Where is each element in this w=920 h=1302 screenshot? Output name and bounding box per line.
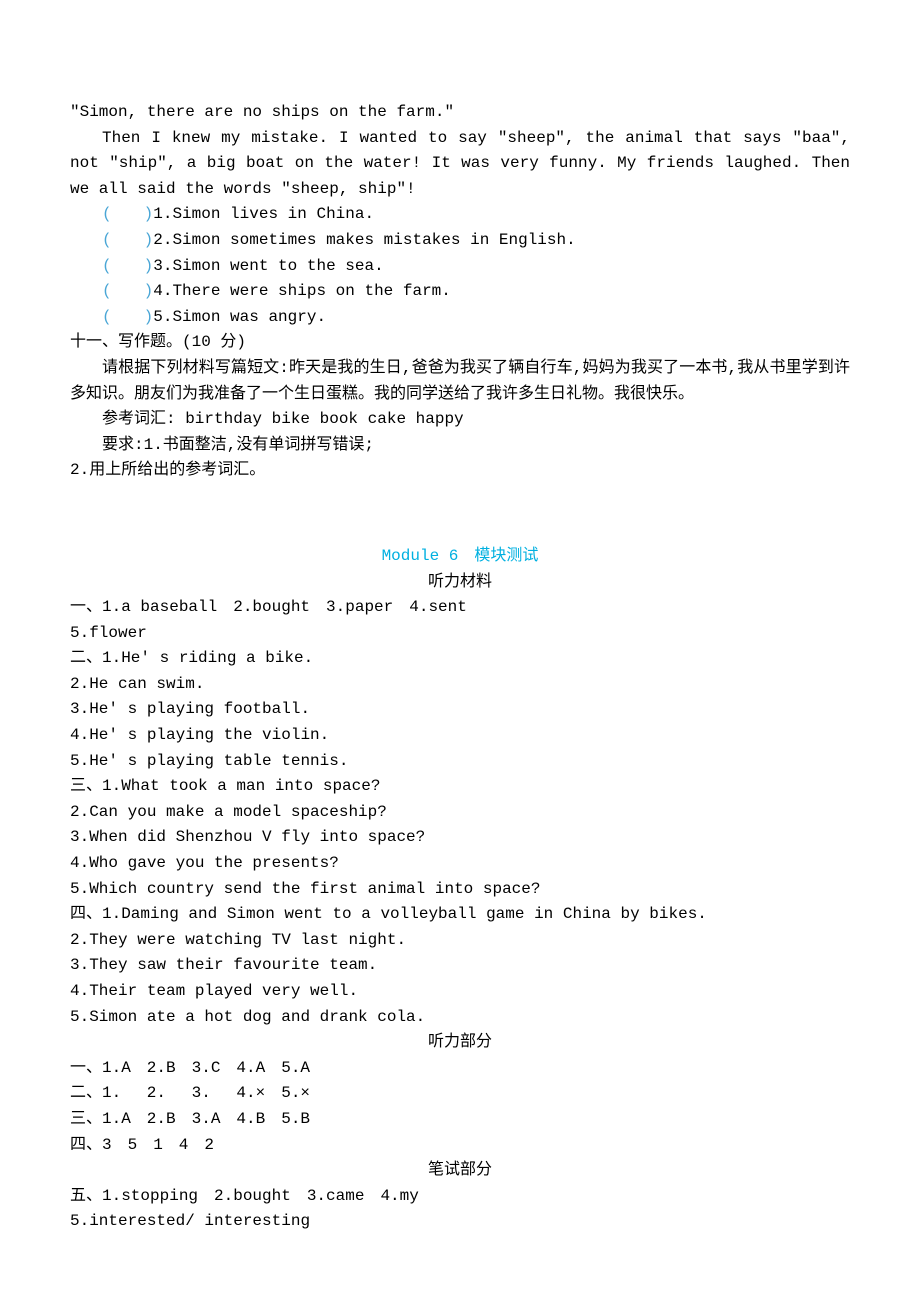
ans-s1-l13: 2.They were watching TV last night. bbox=[70, 928, 850, 954]
ans-s1-l10: 4.Who gave you the presents? bbox=[70, 851, 850, 877]
paren-close-icon: ) bbox=[144, 282, 154, 300]
answer-title: Module 6 模块测试 bbox=[70, 544, 850, 570]
tf-q1: ( )1.Simon lives in China. bbox=[70, 202, 850, 228]
paren-close-icon: ) bbox=[144, 231, 154, 249]
paren-open-icon: ( bbox=[102, 257, 112, 275]
paren-open-icon: ( bbox=[102, 231, 112, 249]
tf-q3-text: 3.Simon went to the sea. bbox=[153, 257, 383, 275]
written-answer-block: 五、1.stopping 2.bought 3.came 4.my 5.inte… bbox=[70, 1184, 850, 1235]
writing-prompt: 请根据下列材料写篇短文:昨天是我的生日,爸爸为我买了辆自行车,妈妈为我买了一本书… bbox=[70, 356, 850, 407]
passage-line-2: Then I knew my mistake. I wanted to say … bbox=[70, 126, 850, 203]
paren-open-icon: ( bbox=[102, 308, 112, 326]
ans-s2-l0: 一、1.A 2.B 3.C 4.A 5.A bbox=[70, 1056, 850, 1082]
ans-s1-l15: 4.Their team played very well. bbox=[70, 979, 850, 1005]
page: "Simon, there are no ships on the farm."… bbox=[0, 0, 920, 1295]
ans-s3-l1: 5.interested/ interesting bbox=[70, 1209, 850, 1235]
ans-s1-l5: 4.He' s playing the violin. bbox=[70, 723, 850, 749]
req-line-2: 2.用上所给出的参考词汇。 bbox=[70, 458, 850, 484]
tf-q1-text: 1.Simon lives in China. bbox=[153, 205, 374, 223]
tf-q3: ( )3.Simon went to the sea. bbox=[70, 254, 850, 280]
tf-q2-text: 2.Simon sometimes makes mistakes in Engl… bbox=[153, 231, 575, 249]
ans-s1-l8: 2.Can you make a model spaceship? bbox=[70, 800, 850, 826]
ans-s1-l11: 5.Which country send the first animal in… bbox=[70, 877, 850, 903]
ans-s2-l1: 二、1. 2. 3. 4.× 5.× bbox=[70, 1081, 850, 1107]
ans-s1-l2: 二、1.He' s riding a bike. bbox=[70, 646, 850, 672]
answer-sub2: 听力部分 bbox=[70, 1030, 850, 1056]
ans-s3-l0: 五、1.stopping 2.bought 3.came 4.my bbox=[70, 1184, 850, 1210]
ans-s1-l14: 3.They saw their favourite team. bbox=[70, 953, 850, 979]
ans-s1-l1: 5.flower bbox=[70, 621, 850, 647]
paren-open-icon: ( bbox=[102, 282, 112, 300]
ans-s1-l9: 3.When did Shenzhou V fly into space? bbox=[70, 825, 850, 851]
paren-close-icon: ) bbox=[144, 257, 154, 275]
paren-open-icon: ( bbox=[102, 205, 112, 223]
tf-q5: ( )5.Simon was angry. bbox=[70, 305, 850, 331]
ans-s1-l16: 5.Simon ate a hot dog and drank cola. bbox=[70, 1005, 850, 1031]
listening-answer-block: 一、1.A 2.B 3.C 4.A 5.A 二、1. 2. 3. 4.× 5.×… bbox=[70, 1056, 850, 1158]
tf-q4: ( )4.There were ships on the farm. bbox=[70, 279, 850, 305]
true-false-block: ( )1.Simon lives in China. ( )2.Simon so… bbox=[70, 202, 850, 330]
ans-s1-l6: 5.He' s playing table tennis. bbox=[70, 749, 850, 775]
ans-s2-l3: 四、3 5 1 4 2 bbox=[70, 1133, 850, 1159]
tf-q5-text: 5.Simon was angry. bbox=[153, 308, 326, 326]
req-line-1: 要求:1.书面整洁,没有单词拼写错误; bbox=[70, 433, 850, 459]
answer-sub3: 笔试部分 bbox=[70, 1158, 850, 1184]
vocab-line: 参考词汇: birthday bike book cake happy bbox=[70, 407, 850, 433]
ans-s1-l12: 四、1.Daming and Simon went to a volleybal… bbox=[70, 902, 850, 928]
ans-s2-l2: 三、1.A 2.B 3.A 4.B 5.B bbox=[70, 1107, 850, 1133]
ans-s1-l0: 一、1.a baseball 2.bought 3.paper 4.sent bbox=[70, 595, 850, 621]
paren-close-icon: ) bbox=[144, 308, 154, 326]
listening-material-block: 一、1.a baseball 2.bought 3.paper 4.sent 5… bbox=[70, 595, 850, 1030]
tf-q4-text: 4.There were ships on the farm. bbox=[153, 282, 451, 300]
ans-s1-l4: 3.He' s playing football. bbox=[70, 697, 850, 723]
passage-line-1: "Simon, there are no ships on the farm." bbox=[70, 100, 850, 126]
ans-s1-l7: 三、1.What took a man into space? bbox=[70, 774, 850, 800]
paren-close-icon: ) bbox=[144, 205, 154, 223]
tf-q2: ( )2.Simon sometimes makes mistakes in E… bbox=[70, 228, 850, 254]
answer-sub1: 听力材料 bbox=[70, 570, 850, 596]
section-11-heading: 十一、写作题。(10 分) bbox=[70, 330, 850, 356]
ans-s1-l3: 2.He can swim. bbox=[70, 672, 850, 698]
